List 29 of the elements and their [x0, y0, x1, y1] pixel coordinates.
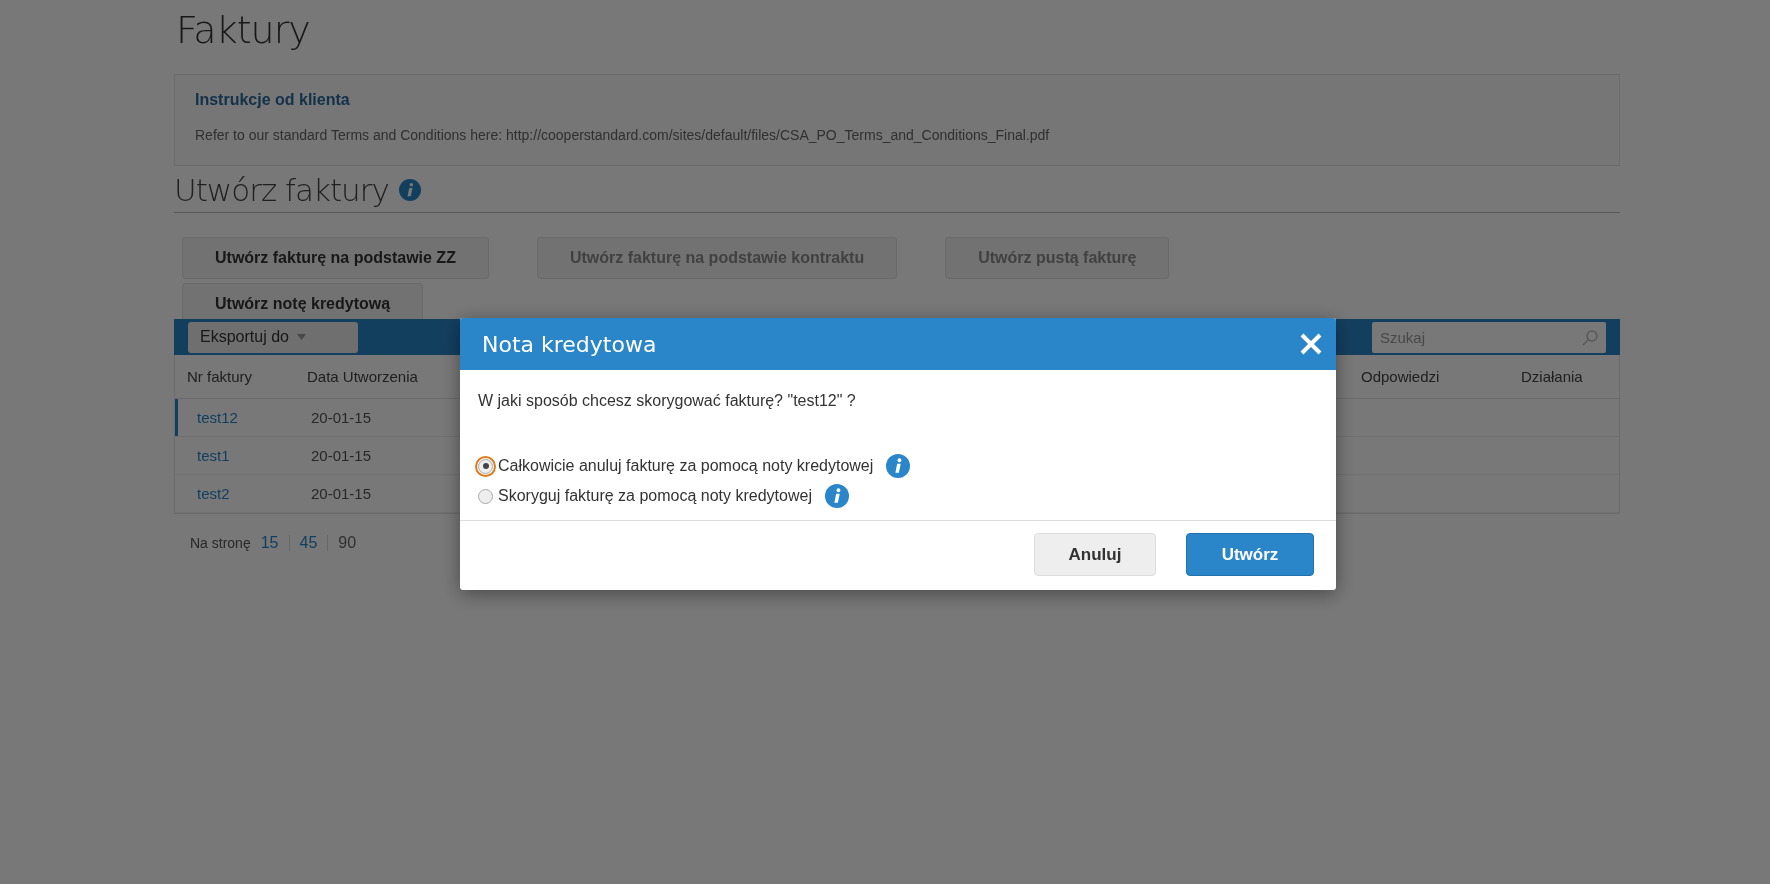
page-title: Faktury	[176, 8, 311, 52]
create-button[interactable]: Utwórz fakturę na podstawie ZZ	[182, 237, 489, 279]
close-icon[interactable]	[1300, 333, 1322, 355]
instructions-heading: Instrukcje od klienta	[195, 91, 351, 109]
info-icon[interactable]	[398, 179, 421, 201]
column-header[interactable]: Działania	[1509, 355, 1619, 399]
caret-icon	[296, 334, 306, 340]
invoice-link[interactable]: test2	[191, 485, 236, 502]
info-icon[interactable]	[824, 484, 849, 508]
invoice-link[interactable]: test1	[191, 447, 236, 464]
radio-button[interactable]	[478, 458, 493, 474]
instructions-text: Refer to our standard Terms and Conditions here: http://cooperstandard.com/sites/default/files/CSA_PO_Terms_and_Conditions_Final.pdf	[195, 127, 1051, 143]
dialog-title: Nota kredytowa	[482, 331, 657, 357]
export-dropdown[interactable]: Eksportuj do	[188, 321, 358, 353]
radio-button[interactable]	[478, 488, 493, 504]
invoice-link[interactable]: test12	[191, 409, 244, 426]
per-page-label: Na stronę	[190, 535, 251, 551]
option-label[interactable]: Całkowicie anuluj fakturę za pomocą noty kredytowej	[498, 457, 874, 475]
page-size-link[interactable]: 15	[260, 534, 279, 552]
page-size-link[interactable]: 45	[299, 534, 318, 552]
section-title: Utwórz faktury	[174, 172, 389, 208]
page-size-link[interactable]: 90	[338, 534, 357, 552]
column-header[interactable]: Nr faktury	[175, 355, 295, 399]
create-button[interactable]: Utwórz	[1186, 533, 1314, 576]
cancel-button[interactable]: Anuluj	[1034, 533, 1156, 576]
search-icon	[1582, 329, 1598, 346]
info-icon[interactable]	[886, 454, 911, 478]
option-label[interactable]: Skoryguj fakturę za pomocą noty kredytowej	[498, 487, 812, 505]
column-header[interactable]: Odpowiedzi	[1349, 355, 1509, 399]
